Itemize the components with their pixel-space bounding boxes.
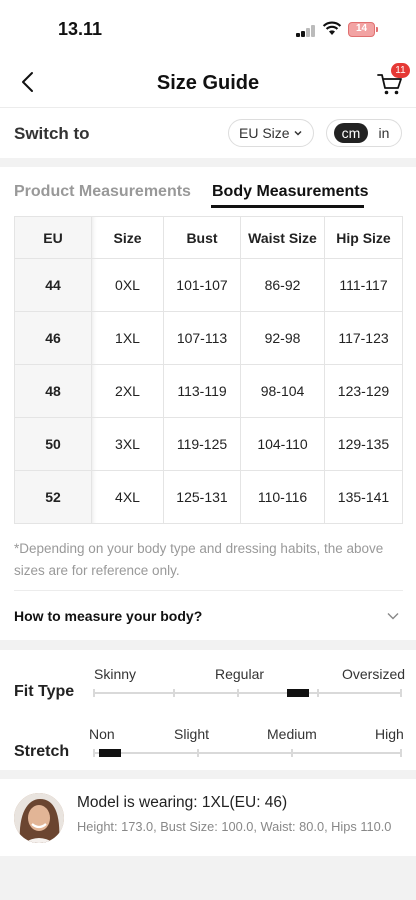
column-header-hip: Hip Size [324,216,403,259]
cell-hip: 111-117 [324,258,403,312]
track-tick [93,689,95,697]
tab-product-measurements[interactable]: Product Measurements [14,183,191,201]
track-tick [400,689,402,697]
chevron-down-icon [294,130,302,136]
track-tick [93,749,95,757]
fit-scale-regular: Regular [215,666,265,682]
cell-bust: 113-119 [163,364,241,418]
model-wearing-text: Model is wearing: 1XL(EU: 46) [77,794,288,811]
fit-type-label: Fit Type [14,683,75,700]
chevron-down-icon [387,613,399,620]
measurements-card: Product Measurements Body Measurements E… [0,167,416,640]
cell-eu: 48 [14,364,92,418]
cell-hip: 135-141 [324,470,403,524]
cell-waist: 92-98 [240,311,325,365]
page-title: Size Guide [156,72,260,94]
cell-size: 2XL [91,364,164,418]
column-header-eu: EU [14,216,92,259]
column-header-size: Size [91,216,164,259]
cell-size: 4XL [91,470,164,524]
track-tick [317,689,319,697]
stretch-scale-non: Non [89,726,115,742]
cell-waist: 98-104 [240,364,325,418]
tab-body-measurements[interactable]: Body Measurements [212,183,369,201]
table-row: 46 1XL 107-113 92-98 117-123 [14,311,403,365]
size-table: EU Size Bust Waist Size Hip Size 44 0XL … [14,216,403,524]
how-to-measure-label: How to measure your body? [14,608,203,624]
model-avatar [14,793,64,843]
how-to-measure-row[interactable]: How to measure your body? [0,591,416,640]
size-system-value: EU Size [239,125,290,141]
column-header-bust: Bust [163,216,241,259]
stretch-track [93,749,402,757]
cell-waist: 86-92 [240,258,325,312]
cell-eu: 46 [14,311,92,365]
model-info-card: Model is wearing: 1XL(EU: 46) Height: 17… [0,779,416,856]
cellular-signal-icon [296,25,316,37]
fit-stretch-card: Fit Type Skinny Regular Oversized Stretc… [0,650,416,770]
track-tick [197,749,199,757]
cell-bust: 125-131 [163,470,241,524]
stretch-marker [99,749,121,757]
stretch-scale-high: High [375,726,404,742]
fit-type-marker [287,689,309,697]
size-system-dropdown[interactable]: EU Size [228,119,314,147]
cell-size: 3XL [91,417,164,471]
cell-hip: 117-123 [324,311,403,365]
cell-waist: 104-110 [240,417,325,471]
cell-size: 1XL [91,311,164,365]
model-measurements-text: Height: 173.0, Bust Size: 100.0, Waist: … [77,819,392,834]
table-header-row: EU Size Bust Waist Size Hip Size [14,216,403,259]
track-tick [291,749,293,757]
fit-type-track [93,689,402,697]
cell-bust: 101-107 [163,258,241,312]
status-bar: 13.11 14 [0,0,416,58]
track-tick [400,749,402,757]
status-time: 13.11 [58,19,103,39]
stretch-scale-medium: Medium [267,726,317,742]
nav-bar: Size Guide 11 [0,58,416,108]
cart-count-badge: 11 [391,63,410,78]
unit-toggle: cm in [326,119,402,147]
wifi-icon [322,21,342,35]
model-photo-icon [14,793,64,843]
cell-bust: 119-125 [163,417,241,471]
reference-note: *Depending on your body type and dressin… [14,541,384,578]
switch-to-label: Switch to [14,124,90,143]
cell-hip: 129-135 [324,417,403,471]
active-tab-indicator [211,205,364,208]
cell-bust: 107-113 [163,311,241,365]
cell-eu: 52 [14,470,92,524]
column-header-waist: Waist Size [240,216,325,259]
cell-waist: 110-116 [240,470,325,524]
cell-size: 0XL [91,258,164,312]
stretch-label: Stretch [14,743,70,760]
table-row: 50 3XL 119-125 104-110 129-135 [14,417,403,471]
table-row: 52 4XL 125-131 110-116 135-141 [14,470,403,524]
table-row: 48 2XL 113-119 98-104 123-129 [14,364,403,418]
unit-cm-option[interactable]: cm [334,123,368,143]
track-tick [237,689,239,697]
cell-hip: 123-129 [324,364,403,418]
cell-eu: 50 [14,417,92,471]
battery-level: 14 [355,23,368,34]
fit-scale-skinny: Skinny [94,666,137,682]
fit-scale-oversized: Oversized [342,666,406,682]
battery-icon: 14 [348,22,378,37]
table-row: 44 0XL 101-107 86-92 111-117 [14,258,403,312]
track-tick [173,689,175,697]
unit-in-option[interactable]: in [374,123,394,143]
cell-eu: 44 [14,258,92,312]
stretch-scale-slight: Slight [174,726,210,742]
unit-switch-row: Switch to EU Size cm in [0,108,416,158]
